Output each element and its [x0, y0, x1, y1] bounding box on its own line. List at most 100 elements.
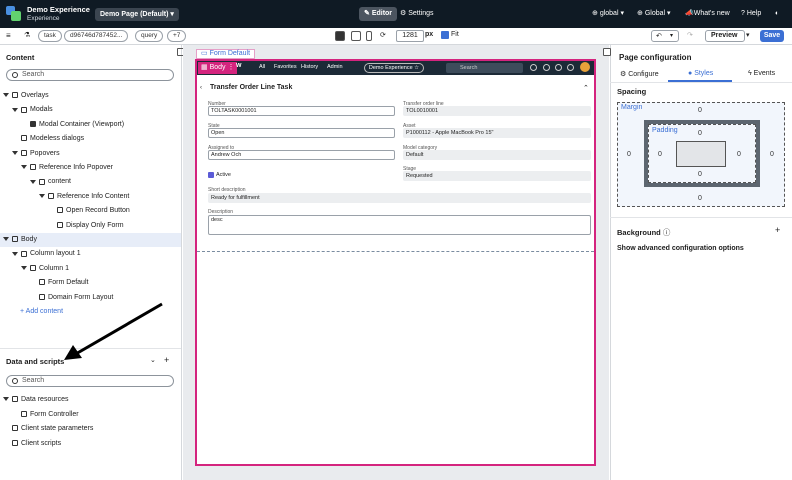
- padding-bottom-value[interactable]: 0: [698, 171, 702, 178]
- add-content-link[interactable]: + Add content: [20, 308, 63, 315]
- nav-item-history[interactable]: History: [301, 64, 318, 70]
- flask-icon[interactable]: ⚗: [24, 31, 30, 39]
- tree-item-label: content: [48, 178, 71, 186]
- tree-item[interactable]: Popovers: [0, 147, 181, 161]
- help-icon[interactable]: [555, 64, 562, 71]
- tree-item[interactable]: Column layout 1: [0, 247, 181, 261]
- padding-left-value[interactable]: 0: [658, 151, 662, 158]
- demo-experience-pill[interactable]: Demo Experience ☆: [364, 63, 424, 73]
- scope-selector[interactable]: ⊕ global ▾: [592, 7, 624, 21]
- form-field[interactable]: TOL0010001: [403, 106, 591, 116]
- menu-icon[interactable]: ≡: [6, 31, 11, 40]
- settings-button[interactable]: ⚙ Settings: [400, 7, 434, 21]
- tree-item[interactable]: Client state parameters: [0, 422, 181, 436]
- margin-left-value[interactable]: 0: [627, 151, 631, 158]
- bell-icon[interactable]: [567, 64, 574, 71]
- tab-configure[interactable]: ⚙ Configure: [620, 70, 659, 78]
- width-input[interactable]: 1281: [396, 30, 424, 42]
- short-description-field[interactable]: Ready for fulfillment: [208, 193, 591, 203]
- content-search-input[interactable]: Search: [6, 69, 174, 81]
- chevron-down-icon[interactable]: [3, 93, 9, 98]
- form-default-tab[interactable]: ▭ Form Default: [196, 49, 256, 59]
- preview-button[interactable]: Preview: [705, 30, 745, 42]
- margin-bottom-value[interactable]: 0: [698, 195, 702, 202]
- canvas-search-input[interactable]: Search: [446, 63, 523, 73]
- form-field[interactable]: P1000112 - Apple MacBook Pro 15": [403, 128, 591, 138]
- fit-checkbox[interactable]: [441, 31, 449, 39]
- collapse-panel-icon[interactable]: [603, 48, 611, 56]
- tab-styles[interactable]: ● Styles: [688, 70, 713, 77]
- tree-item[interactable]: Reference Info Content: [0, 190, 181, 204]
- code-icon: [12, 439, 18, 446]
- rotate-icon[interactable]: ⟳: [380, 31, 386, 39]
- chevron-down-icon[interactable]: [30, 179, 36, 184]
- url-param-pill[interactable]: d96746d787452...: [64, 30, 129, 42]
- active-checkbox[interactable]: [208, 172, 214, 178]
- chevron-down-icon[interactable]: [39, 193, 45, 198]
- button-icon: [57, 207, 63, 214]
- tree-item[interactable]: Reference Info Popover: [0, 161, 181, 175]
- margin-right-value[interactable]: 0: [770, 151, 774, 158]
- add-background-icon[interactable]: +: [775, 225, 780, 235]
- advanced-options-link[interactable]: Show advanced configuration options: [617, 245, 744, 252]
- nav-item-admin[interactable]: Admin: [327, 64, 343, 70]
- chevron-down-icon[interactable]: [12, 107, 18, 112]
- tree-item[interactable]: Column 1: [0, 262, 181, 276]
- avatar[interactable]: [580, 62, 590, 72]
- margin-top-value[interactable]: 0: [698, 107, 702, 114]
- nav-item-all[interactable]: All: [259, 64, 265, 70]
- tree-item[interactable]: Data resources: [0, 393, 181, 407]
- url-param-pill[interactable]: query: [135, 30, 164, 42]
- undo-button[interactable]: ↶ ▾: [651, 30, 679, 42]
- chevron-down-icon[interactable]: [21, 165, 27, 170]
- form-field[interactable]: Default: [403, 150, 591, 160]
- tree-item[interactable]: Body: [0, 233, 181, 247]
- body-selection-tag[interactable]: ▦ Body ⋮: [198, 62, 238, 74]
- page-selector[interactable]: Demo Page (Default) ▾: [95, 8, 179, 21]
- tree-item[interactable]: content: [0, 175, 181, 189]
- url-param-pill[interactable]: task: [38, 30, 62, 42]
- tree-item[interactable]: Overlays: [0, 89, 181, 103]
- description-field[interactable]: desc: [208, 215, 591, 235]
- canvas-frame[interactable]: [195, 59, 596, 466]
- tree-item[interactable]: Form Default: [0, 276, 181, 290]
- chevron-down-icon[interactable]: [12, 150, 18, 155]
- help-button[interactable]: ? Help: [741, 7, 761, 21]
- globe-icon[interactable]: [530, 64, 537, 71]
- chevron-down-icon[interactable]: [3, 397, 9, 402]
- overlay-icon: [12, 92, 18, 99]
- tree-item[interactable]: Display Only Form: [0, 219, 181, 233]
- tab-events[interactable]: ϟ Events: [748, 70, 775, 77]
- chevron-down-icon[interactable]: [3, 237, 9, 242]
- theme-toggle-icon[interactable]: ◐: [775, 7, 779, 21]
- tree-item[interactable]: Open Record Button: [0, 204, 181, 218]
- back-icon[interactable]: ‹: [200, 85, 202, 91]
- preview-menu-icon[interactable]: ▾: [746, 31, 750, 39]
- editor-button[interactable]: ✎ Editor: [359, 7, 398, 21]
- save-button[interactable]: Save: [760, 30, 784, 42]
- url-param-pill[interactable]: +7: [167, 30, 187, 42]
- desktop-icon[interactable]: [335, 31, 345, 41]
- chevron-down-icon[interactable]: [12, 251, 18, 256]
- tree-item[interactable]: Modals: [0, 103, 181, 117]
- nav-item-favorites[interactable]: Favorites: [274, 64, 297, 70]
- tablet-icon[interactable]: [351, 31, 361, 41]
- form-field[interactable]: Open: [208, 128, 395, 138]
- chevron-up-icon[interactable]: ⌃: [583, 84, 589, 92]
- star-icon[interactable]: [543, 64, 550, 71]
- tree-item[interactable]: Form Controller: [0, 408, 181, 422]
- tree-item[interactable]: Client scripts: [0, 437, 181, 451]
- tree-item[interactable]: Modeless dialogs: [0, 132, 181, 146]
- form-field[interactable]: Requested: [403, 171, 591, 181]
- padding-right-value[interactable]: 0: [737, 151, 741, 158]
- padding-top-value[interactable]: 0: [698, 130, 702, 137]
- form-field[interactable]: TOLTASK0001001: [208, 106, 395, 116]
- global-selector[interactable]: ⊕ Global ▾: [637, 7, 671, 21]
- chevron-down-icon[interactable]: [21, 265, 27, 270]
- redo-icon[interactable]: ↷: [687, 31, 693, 39]
- data-search-input[interactable]: Search: [6, 375, 174, 387]
- tree-item[interactable]: Modal Container (Viewport): [0, 118, 181, 132]
- whats-new-button[interactable]: 📣What's new: [685, 7, 730, 21]
- form-field[interactable]: Andrew Och: [208, 150, 395, 160]
- mobile-icon[interactable]: [366, 31, 372, 41]
